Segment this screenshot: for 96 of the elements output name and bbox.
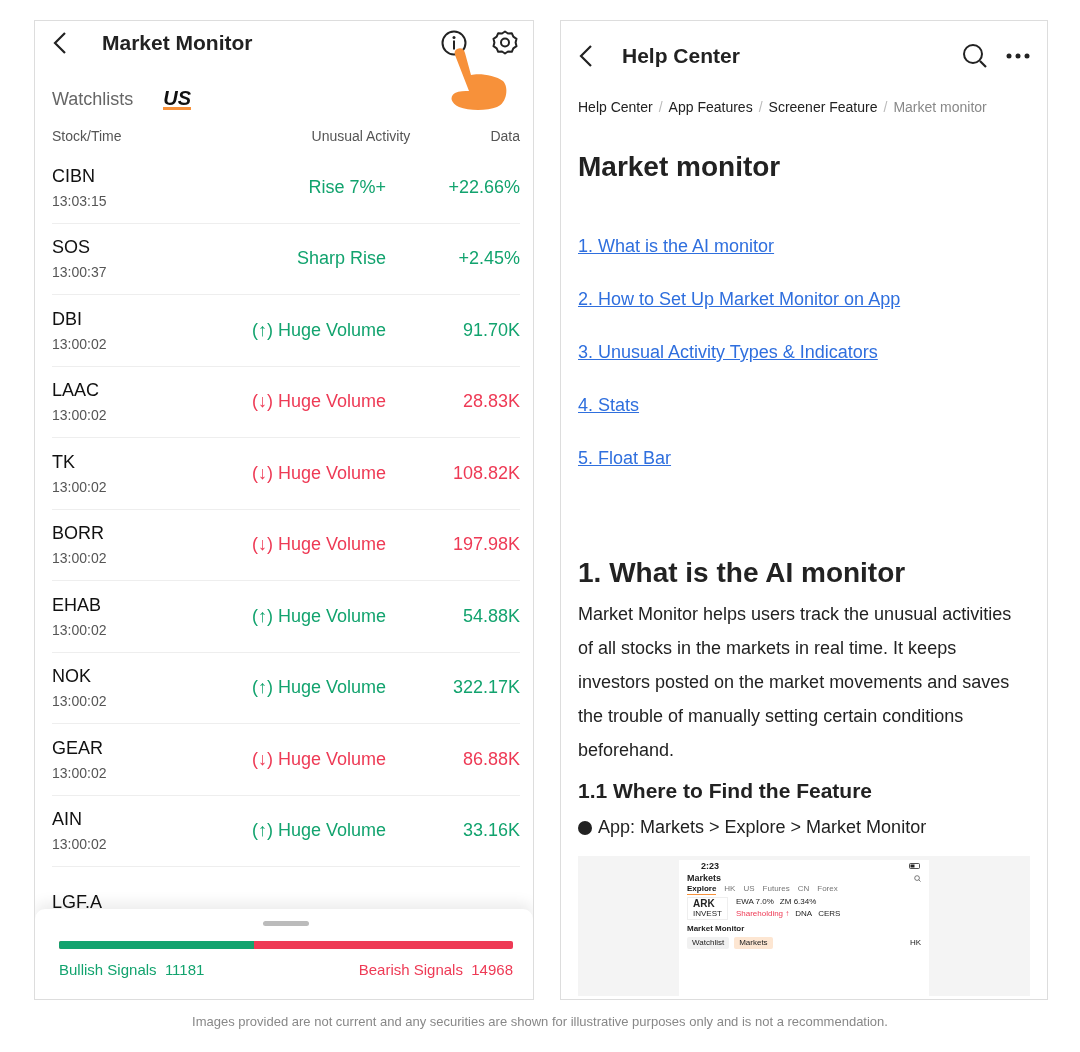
stock-ticker: LAAC [52, 380, 101, 402]
alert-time: 13:00:02 [52, 621, 108, 638]
tag-text: Shareholding ↑ [735, 909, 790, 919]
section-paragraph: Market Monitor helps users track the unusual activities of all stocks in the markets in real time. It keeps investors posted on the market movements and saves the trouble of manually setting certain conditions beforehand. [578, 603, 1013, 762]
breadcrumb-separator: / [883, 99, 888, 115]
activity-label: Rise 7%+ [307, 176, 386, 198]
activity-value: 91.70K [461, 319, 520, 341]
activity-value: 54.88K [461, 605, 520, 627]
section-label: Market Monitor [687, 924, 746, 934]
breadcrumb-separator: / [658, 99, 663, 115]
back-icon[interactable] [52, 31, 68, 55]
quote-text: ZM 6.34% [779, 897, 817, 907]
stock-ticker: NOK [52, 666, 92, 688]
app-tab-label: CN [797, 884, 810, 895]
market-tab[interactable]: US [163, 88, 192, 110]
bullet-dot [578, 820, 592, 835]
contents-link[interactable]: 4. Stats [578, 394, 1030, 416]
disclaimer-text: Images provided are not current and any securities are shown for illustrative purposes only and is not a recommendation. [191, 1014, 889, 1029]
activity-label: (↓) Huge Volume [250, 462, 386, 484]
region-label: HK [909, 938, 921, 948]
screen-title: Help Center [622, 44, 741, 68]
activity-label: (↑) Huge Volume [250, 319, 386, 341]
stock-ticker: CIBN [52, 165, 96, 187]
app-tab-label: Futures [762, 884, 790, 895]
alert-time: 13:00:02 [52, 693, 108, 710]
column-header: Unusual Activity [311, 128, 411, 146]
status-time: 2:23 [701, 861, 719, 871]
filter-chip: Watchlist [687, 937, 730, 949]
back-icon[interactable] [578, 44, 594, 68]
contents-link[interactable]: 1. What is the AI monitor [578, 235, 1030, 257]
stock-ticker: GEAR [52, 737, 104, 759]
filter-chip: Markets [734, 937, 773, 949]
app-tab-label: US [743, 884, 755, 895]
stock-ticker: LGF.A [52, 891, 104, 913]
alert-time: 13:03:15 [52, 192, 108, 209]
activity-label: (↓) Huge Volume [250, 391, 386, 413]
subsection-heading: 1.1 Where to Find the Feature [578, 779, 874, 803]
bullet-text: App: Markets > Explore > Market Monitor [598, 817, 927, 838]
tag-text: DNA [795, 909, 813, 919]
more-icon[interactable] [1006, 53, 1030, 59]
section-heading: 1. What is the AI monitor [578, 557, 907, 589]
search-icon[interactable] [962, 43, 988, 69]
stock-ticker: BORR [52, 523, 105, 545]
column-header: Stock/Time [52, 128, 122, 146]
activity-label: (↑) Huge Volume [250, 820, 386, 842]
breadcrumb-link[interactable]: Screener Feature [768, 99, 878, 115]
settings-icon[interactable] [491, 29, 519, 57]
stock-ticker: EHAB [52, 594, 103, 616]
bullish-signals-label: Bullish Signals 11181 [59, 961, 205, 978]
contents-link[interactable]: 5. Float Bar [578, 447, 1030, 469]
contents-link[interactable]: 3. Unusual Activity Types & Indicators [578, 341, 1030, 363]
column-header: Data [490, 128, 520, 146]
stock-ticker: SOS [52, 237, 91, 259]
stock-ticker: DBI [52, 308, 83, 330]
market-tab[interactable]: Watchlists [52, 88, 134, 110]
app-tab-label: HK [724, 884, 736, 895]
logo-subtext: INVEST [693, 909, 722, 918]
alert-time: 13:00:02 [52, 335, 108, 352]
alert-time: 13:00:02 [52, 764, 108, 781]
activity-label: (↑) Huge Volume [250, 605, 386, 627]
app-tab-label: Explore [687, 884, 717, 895]
search-icon [914, 874, 921, 882]
article-title: Market monitor [578, 151, 782, 183]
activity-value: 28.83K [461, 391, 520, 413]
quote-text: EWA 7.0% [735, 897, 774, 907]
activity-value: +2.45% [457, 248, 520, 270]
info-icon[interactable] [441, 30, 467, 56]
activity-value: 86.88K [461, 748, 520, 770]
contents-link[interactable]: 2. How to Set Up Market Monitor on App [578, 288, 1030, 310]
activity-label: Sharp Rise [295, 248, 386, 270]
app-title: Markets [687, 873, 722, 883]
activity-value: 197.98K [451, 534, 520, 556]
battery-icon [909, 863, 921, 869]
app-tab-label: Forex [817, 884, 838, 895]
activity-value: 108.82K [451, 462, 520, 484]
breadcrumb-link[interactable]: Help Center [578, 99, 653, 115]
activity-value: 33.16K [461, 820, 520, 842]
activity-label: (↓) Huge Volume [250, 748, 386, 770]
screen-title: Market Monitor [102, 31, 254, 55]
logo-text: ARK [693, 899, 716, 909]
alert-time: 13:00:37 [52, 264, 108, 281]
bearish-signals-label: Bearish Signals 14968 [358, 961, 513, 978]
stock-ticker: AIN [52, 809, 83, 831]
breadcrumb-separator: / [758, 99, 763, 115]
activity-label: (↓) Huge Volume [250, 534, 386, 556]
tag-text: CERS [818, 909, 841, 919]
alert-time: 13:00:02 [52, 407, 108, 424]
drag-handle[interactable] [263, 921, 309, 926]
alert-time: 13:00:02 [52, 550, 108, 567]
breadcrumb-link[interactable]: App Features [668, 99, 753, 115]
stock-ticker: TK [52, 451, 76, 473]
alert-time: 13:00:02 [52, 478, 108, 495]
alert-time: 13:00:02 [52, 836, 108, 853]
activity-value: +22.66% [447, 176, 520, 198]
activity-value: 322.17K [451, 677, 520, 699]
activity-label: (↑) Huge Volume [250, 677, 386, 699]
